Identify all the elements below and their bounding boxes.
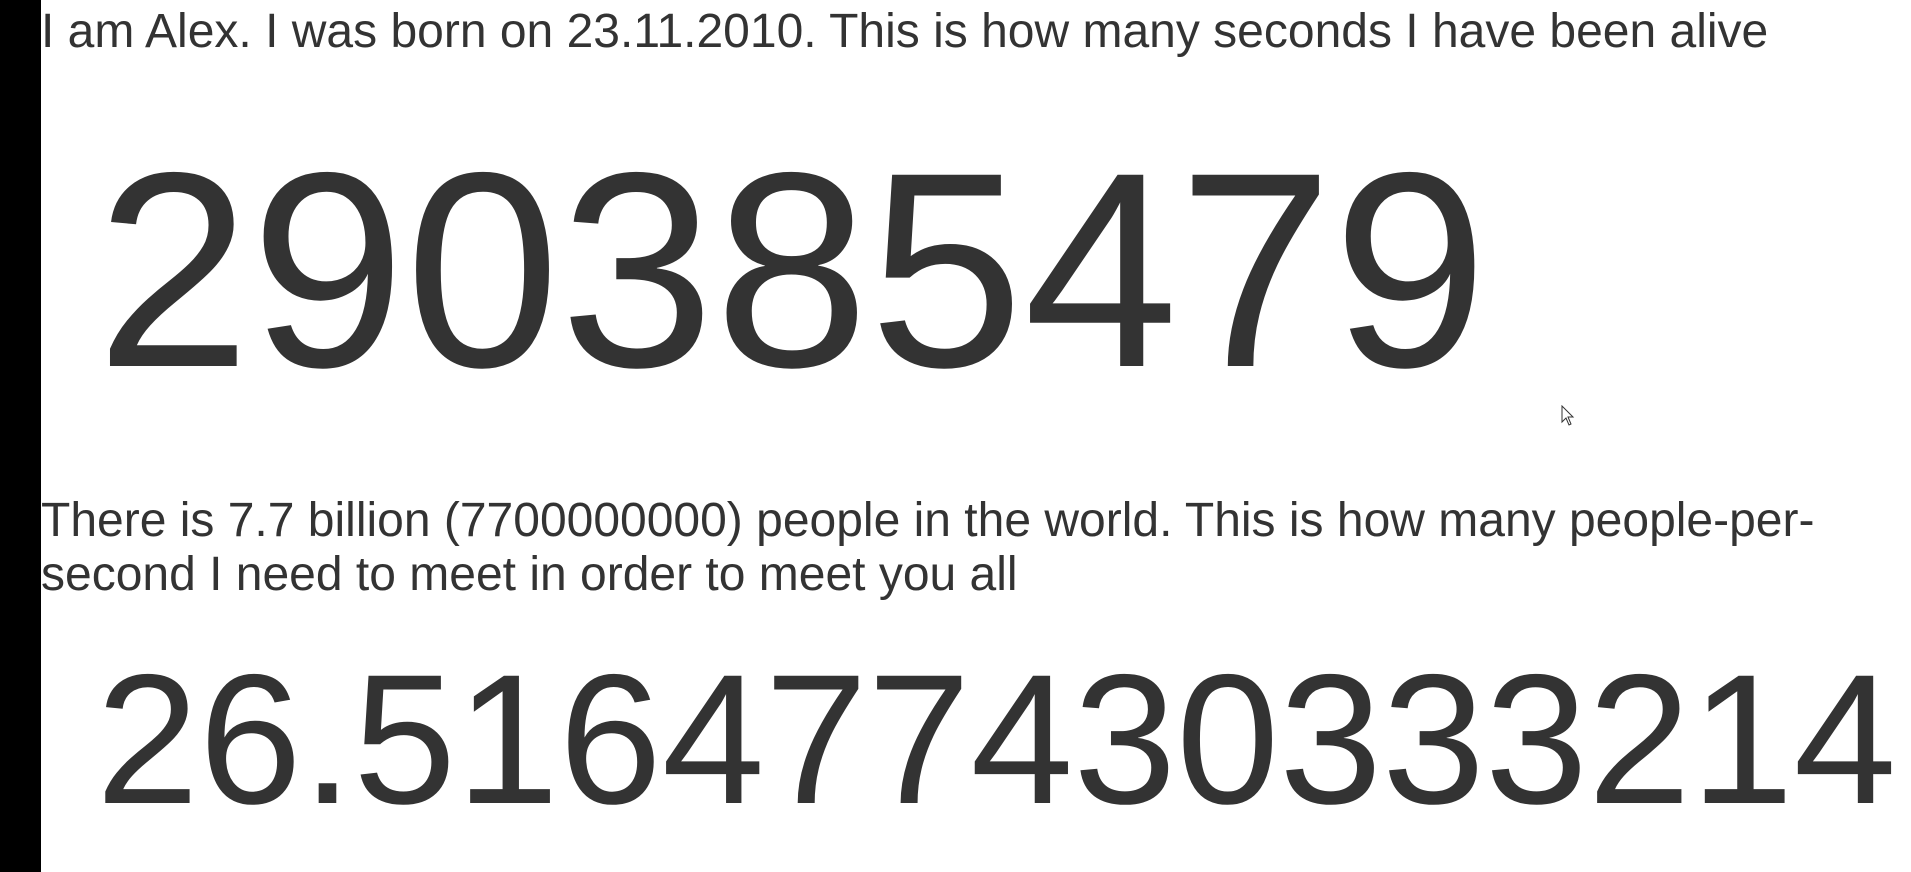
people-per-second-value: 26.516477430333214 xyxy=(96,637,1897,843)
seconds-alive-counter: 290385479 xyxy=(96,114,1488,425)
mouse-pointer-icon xyxy=(1561,405,1575,426)
left-edge-bar xyxy=(0,0,41,872)
page: I am Alex. I was born on 23.11.2010. Thi… xyxy=(0,0,1911,872)
intro-text: I am Alex. I was born on 23.11.2010. Thi… xyxy=(41,5,1769,58)
people-intro-text: There is 7.7 billion (7700000000) people… xyxy=(41,494,1815,601)
